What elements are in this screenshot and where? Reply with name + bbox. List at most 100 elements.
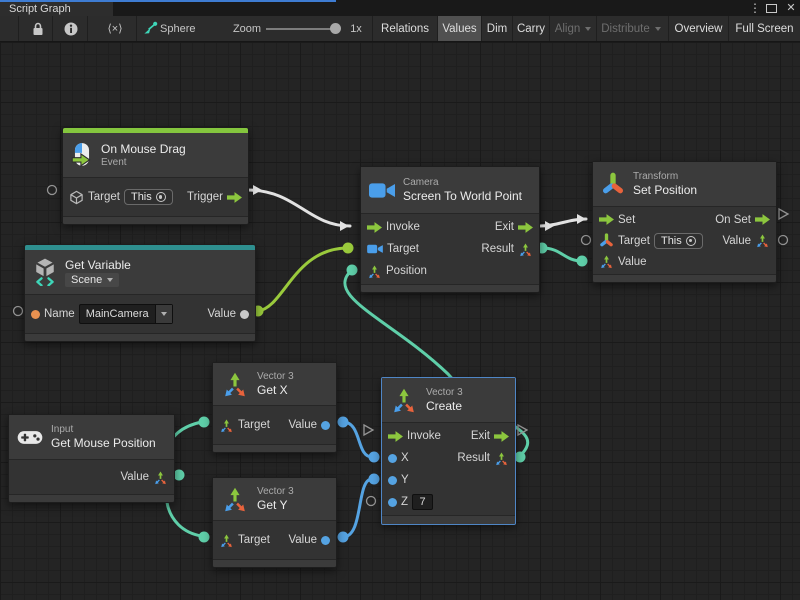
flow-arrow-icon[interactable]: [388, 431, 403, 442]
invoke-port-label: Invoke: [386, 221, 420, 233]
this-target-chip[interactable]: This: [654, 233, 703, 249]
node-title: Get Y: [257, 498, 294, 512]
node-title: Create: [426, 399, 463, 413]
dropdown-caret-button[interactable]: [155, 305, 172, 323]
node-vector3-create[interactable]: Vector 3 Create Invoke Exit X Result: [381, 377, 516, 525]
close-icon[interactable]: ✕: [784, 1, 798, 15]
window-menu-icon[interactable]: ⋮: [749, 1, 761, 15]
node-footer: [593, 274, 776, 282]
vector3-port-icon[interactable]: [153, 470, 168, 485]
full-screen-button[interactable]: Full Screen: [728, 16, 800, 41]
node-footer: [382, 515, 515, 524]
node-screen-to-world-point[interactable]: Camera Screen To World Point Invoke Exit…: [360, 166, 540, 293]
value-port-label: Value: [120, 471, 149, 483]
this-target-icon: [686, 236, 696, 246]
tab-script-graph[interactable]: Script Graph: [0, 2, 113, 16]
node-category: Vector 3: [426, 387, 463, 398]
maximize-icon[interactable]: [766, 4, 777, 13]
target-port-label: Target: [238, 534, 270, 546]
values-button[interactable]: Values: [437, 16, 481, 41]
zoom-slider[interactable]: [266, 28, 340, 30]
node-footer: [63, 216, 248, 224]
node-set-position[interactable]: Transform Set Position Set On Set Target…: [592, 161, 777, 283]
dim-button[interactable]: Dim: [481, 16, 512, 41]
set-port-label: Set: [618, 214, 635, 226]
exit-port-label: Exit: [471, 430, 490, 442]
vector3-icon: [221, 370, 249, 398]
variable-name-dropdown[interactable]: MainCamera: [79, 304, 173, 324]
y-port-label: Y: [401, 474, 409, 486]
node-category: Camera: [403, 177, 522, 188]
node-footer: [9, 494, 174, 502]
carry-button[interactable]: Carry: [512, 16, 549, 41]
node-get-variable[interactable]: Get Variable Scene Name MainCamera Value: [24, 244, 256, 342]
z-value-input[interactable]: 7: [412, 494, 433, 510]
caret-down-icon: [585, 27, 591, 31]
node-on-mouse-drag[interactable]: On Mouse Drag Event Target This Trigger: [62, 127, 249, 225]
node-title: Get Mouse Position: [51, 436, 156, 450]
variable-kind-dropdown[interactable]: Scene: [65, 273, 119, 287]
value-port[interactable]: [240, 310, 249, 319]
vector3-port-icon[interactable]: [599, 254, 614, 269]
result-port-label: Result: [481, 243, 514, 255]
vector3-port-icon[interactable]: [494, 451, 509, 466]
lock-button[interactable]: [26, 16, 50, 41]
node-subtitle: Event: [101, 157, 186, 168]
name-port[interactable]: [31, 310, 40, 319]
vector3-port-icon[interactable]: [755, 233, 770, 248]
vector3-icon: [221, 485, 249, 513]
flow-arrow-icon[interactable]: [755, 214, 770, 225]
flow-arrow-icon[interactable]: [599, 214, 614, 225]
vector3-port-icon[interactable]: [219, 418, 234, 433]
z-port[interactable]: [388, 498, 397, 507]
node-get-x[interactable]: Vector 3 Get X Target Value: [212, 362, 337, 453]
toolbar-separator: [136, 16, 137, 41]
y-port[interactable]: [388, 476, 397, 485]
align-button[interactable]: Align: [549, 16, 596, 41]
node-footer: [213, 559, 336, 567]
z-port-label: Z: [401, 496, 408, 508]
camera-port-icon[interactable]: [367, 244, 383, 254]
node-category: Vector 3: [257, 486, 294, 497]
transform-port-icon[interactable]: [599, 233, 614, 248]
info-button[interactable]: [58, 16, 84, 41]
node-get-y[interactable]: Vector 3 Get Y Target Value: [212, 477, 337, 568]
value-port[interactable]: [321, 536, 330, 545]
this-target-chip[interactable]: This: [124, 189, 173, 205]
zoom-slider-handle[interactable]: [330, 23, 341, 34]
exit-port-label: Exit: [495, 221, 514, 233]
vector3-port-icon[interactable]: [219, 533, 234, 548]
result-port-label: Result: [457, 452, 490, 464]
flow-arrow-icon[interactable]: [367, 222, 382, 233]
node-title: Get Variable: [65, 258, 131, 272]
flow-arrow-icon[interactable]: [227, 192, 242, 203]
flow-arrow-icon[interactable]: [518, 222, 533, 233]
node-footer: [213, 444, 336, 452]
code-view-button[interactable]: ⟨×⟩: [96, 16, 134, 41]
node-title: Set Position: [633, 183, 697, 197]
toolbar-separator: [18, 16, 19, 41]
x-port[interactable]: [388, 454, 397, 463]
invoke-port-label: Invoke: [407, 430, 441, 442]
value-out-port-label: Value: [722, 235, 751, 247]
caret-down-icon: [161, 312, 167, 316]
toolbar-separator: [52, 16, 53, 41]
vector3-port-icon[interactable]: [367, 264, 382, 279]
distribute-button[interactable]: Distribute: [596, 16, 665, 41]
lock-icon: [32, 22, 44, 36]
overview-button[interactable]: Overview: [668, 16, 728, 41]
on-set-port-label: On Set: [715, 214, 751, 226]
target-port-label: Target: [387, 243, 419, 255]
flow-arrow-icon[interactable]: [494, 431, 509, 442]
node-category: Vector 3: [257, 371, 294, 382]
tab-title: Script Graph: [9, 3, 71, 15]
value-port[interactable]: [321, 421, 330, 430]
breadcrumb-graph-name[interactable]: Sphere: [160, 16, 206, 41]
info-icon: [64, 22, 78, 36]
relations-button[interactable]: Relations: [372, 16, 437, 41]
x-port-label: X: [401, 452, 409, 464]
vector3-port-icon[interactable]: [518, 242, 533, 257]
tab-bar: Script Graph ⋮ ✕: [0, 0, 800, 16]
node-get-mouse-position[interactable]: Input Get Mouse Position Value: [8, 414, 175, 503]
graph-toolbar: ⟨×⟩ Sphere Zoom 1x Relations Values Dim …: [0, 16, 800, 42]
